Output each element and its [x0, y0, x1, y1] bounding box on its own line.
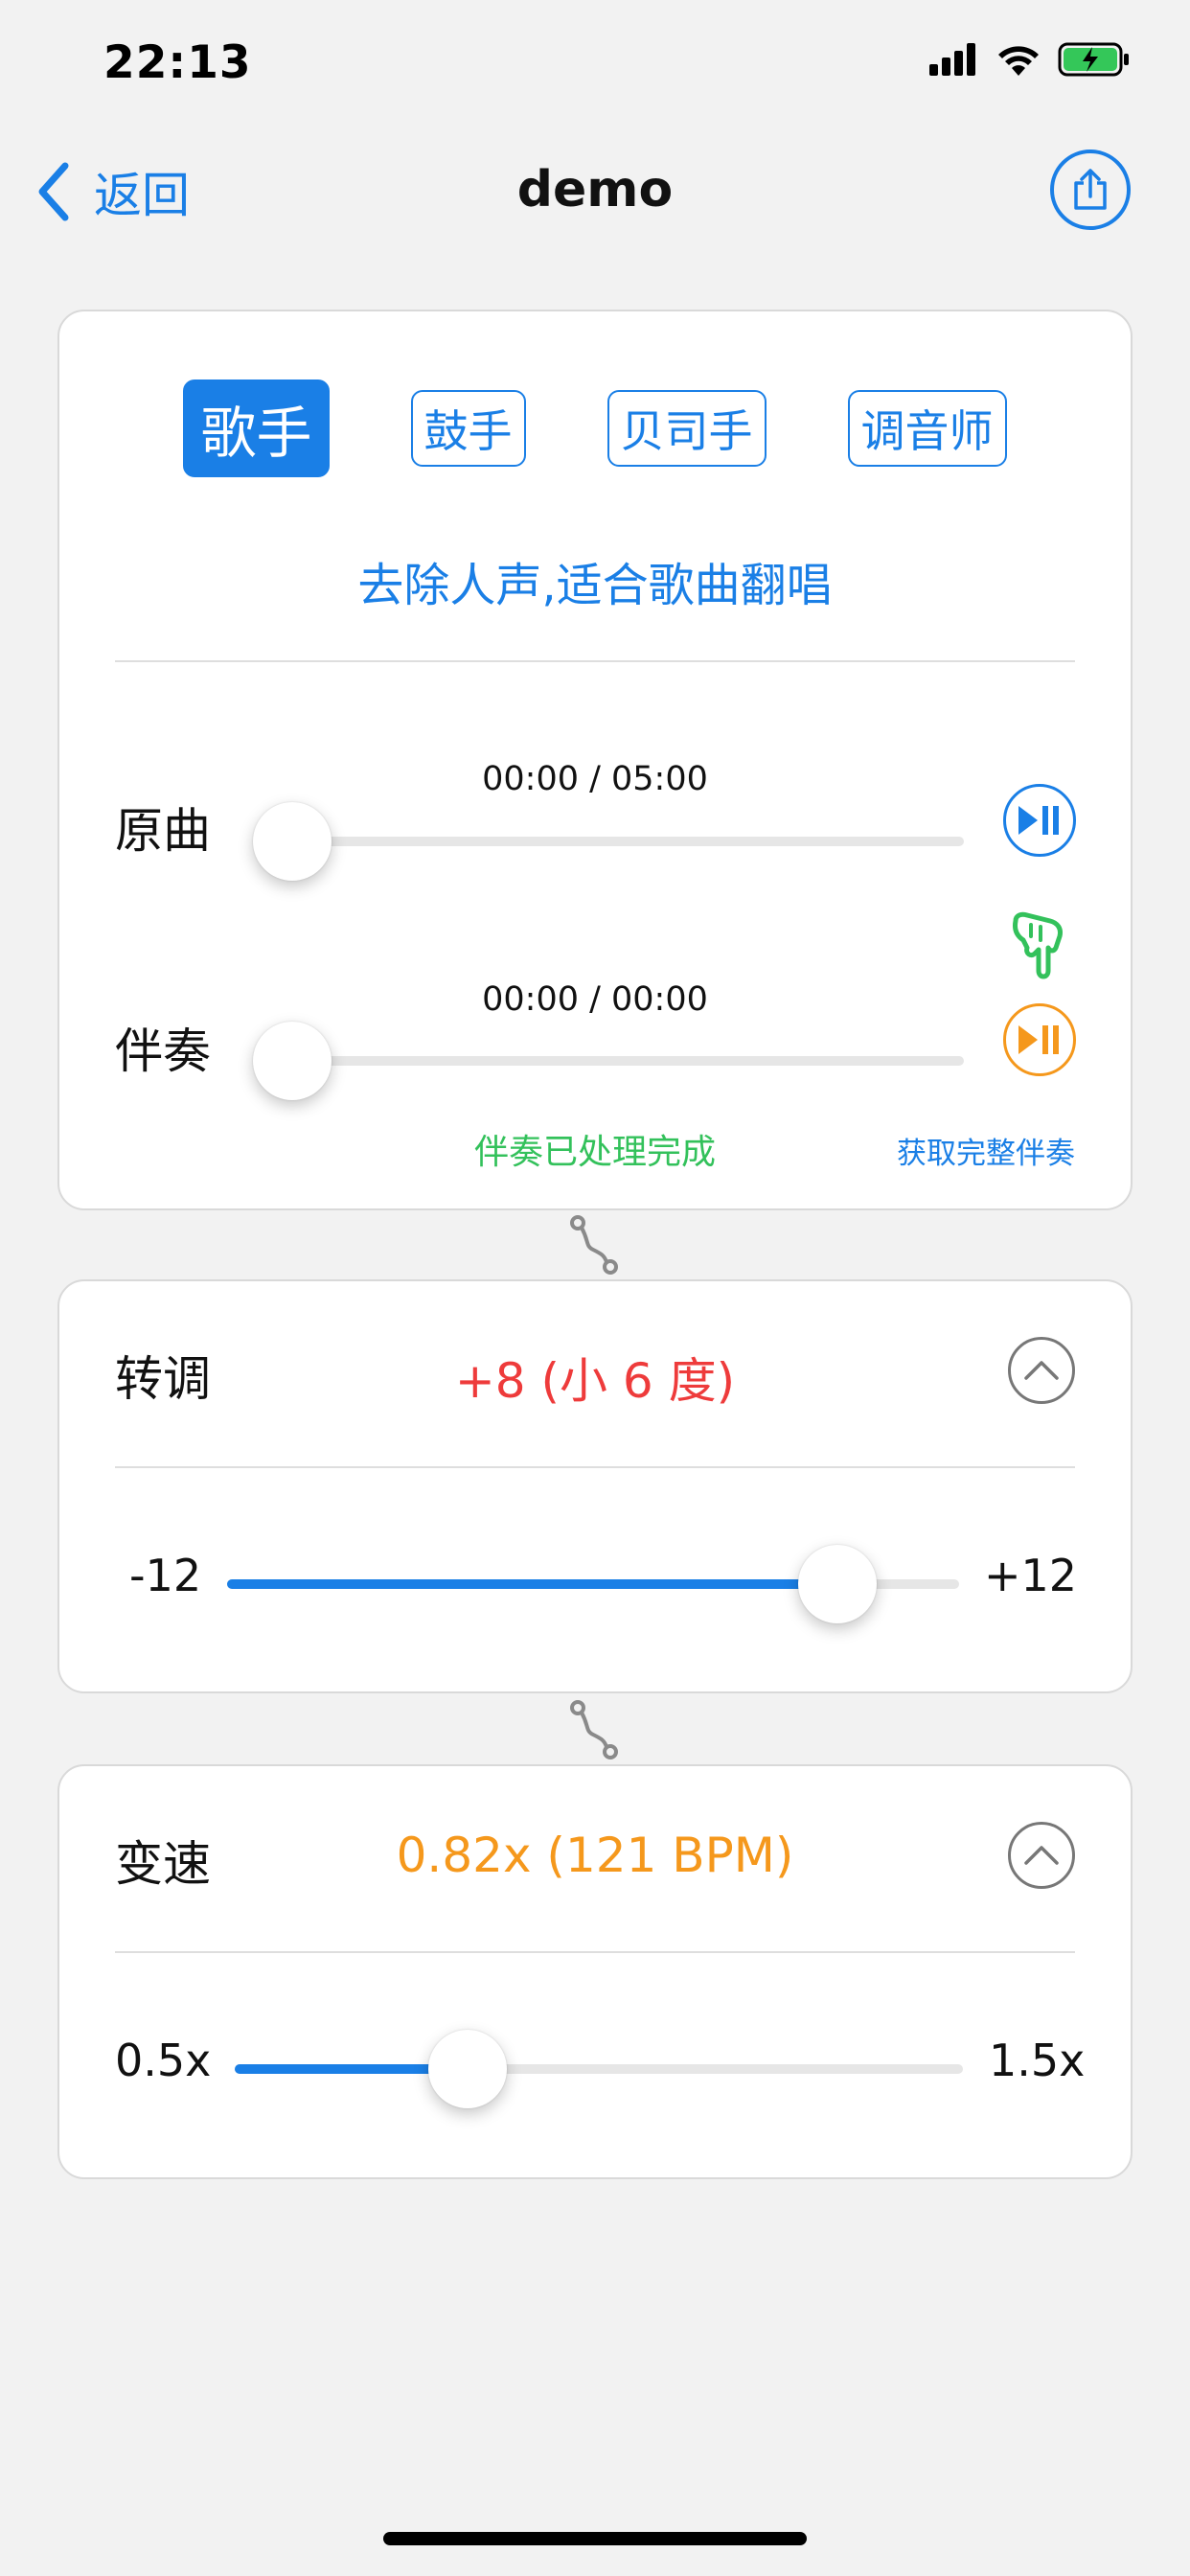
speed-max-label: 1.5x [989, 2035, 1086, 2086]
chevron-up-icon [1024, 1846, 1059, 1865]
share-icon [1074, 169, 1107, 210]
page-title: demo [516, 161, 674, 218]
share-button[interactable] [1050, 150, 1131, 230]
tab-singer[interactable]: 歌手 [183, 380, 330, 477]
wifi-icon [998, 46, 1039, 76]
accompaniment-play-pause-button[interactable] [1003, 1003, 1076, 1076]
original-track-thumb[interactable] [253, 802, 332, 881]
divider [115, 1466, 1075, 1468]
cellular-signal-icon [929, 43, 975, 76]
divider [115, 660, 1075, 662]
tab-bassist[interactable]: 贝司手 [606, 390, 767, 467]
tab-sound-engineer[interactable]: 调音师 [847, 390, 1007, 467]
mode-tabs: 歌手 鼓手 贝司手 调音师 [59, 380, 1131, 477]
transpose-value: +8 (小 6 度) [454, 1353, 736, 1409]
play-pause-icon [1018, 806, 1059, 835]
original-track-time: 00:00 / 05:00 [482, 760, 708, 798]
speed-slider-thumb[interactable] [428, 2030, 508, 2108]
link-connector-icon [570, 1700, 618, 1760]
transpose-slider-thumb[interactable] [797, 1545, 877, 1623]
accompaniment-track-time: 00:00 / 00:00 [482, 980, 708, 1019]
speed-slider[interactable] [235, 2064, 963, 2074]
accompaniment-track-slider[interactable] [291, 1056, 964, 1066]
speed-min-label: 0.5x [115, 2035, 212, 2086]
speed-value: 0.82x (121 BPM) [396, 1828, 794, 1883]
accompaniment-track-thumb[interactable] [253, 1022, 332, 1100]
transpose-max-label: +12 [984, 1550, 1078, 1601]
divider [115, 1951, 1075, 1953]
hand-pointing-down-icon [1013, 911, 1063, 979]
play-pause-icon [1018, 1025, 1059, 1054]
speed-card: 变速 0.82x (121 BPM) 0.5x 1.5x [57, 1764, 1133, 2179]
transpose-card: 转调 +8 (小 6 度) -12 +12 [57, 1279, 1133, 1693]
transpose-min-label: -12 [129, 1550, 202, 1601]
mode-description: 去除人声,适合歌曲翻唱 [357, 559, 833, 612]
battery-charging-icon [1058, 42, 1129, 77]
original-track-label: 原曲 [115, 803, 211, 859]
transpose-collapse-button[interactable] [1008, 1337, 1075, 1404]
original-play-pause-button[interactable] [1003, 784, 1076, 857]
accompaniment-track-label: 伴奏 [115, 1024, 211, 1079]
status-time: 22:13 [103, 36, 252, 89]
get-full-accompaniment-link[interactable]: 获取完整伴奏 [897, 1129, 1075, 1172]
home-indicator [383, 2532, 807, 2545]
chevron-up-icon [1024, 1361, 1059, 1380]
tab-drummer[interactable]: 鼓手 [410, 390, 526, 467]
original-track-slider[interactable] [291, 837, 964, 846]
separation-card: 歌手 鼓手 贝司手 调音师 去除人声,适合歌曲翻唱 原曲 00:00 / 05:… [57, 310, 1133, 1210]
transpose-slider-fill [227, 1579, 837, 1589]
speed-collapse-button[interactable] [1008, 1822, 1075, 1889]
app-screen: 22:13 返回 demo 歌手 鼓手 贝司手 调音师 去除人声,适合歌曲翻唱 … [0, 0, 1190, 2576]
link-connector-icon [570, 1215, 618, 1275]
status-icons [929, 42, 1131, 77]
